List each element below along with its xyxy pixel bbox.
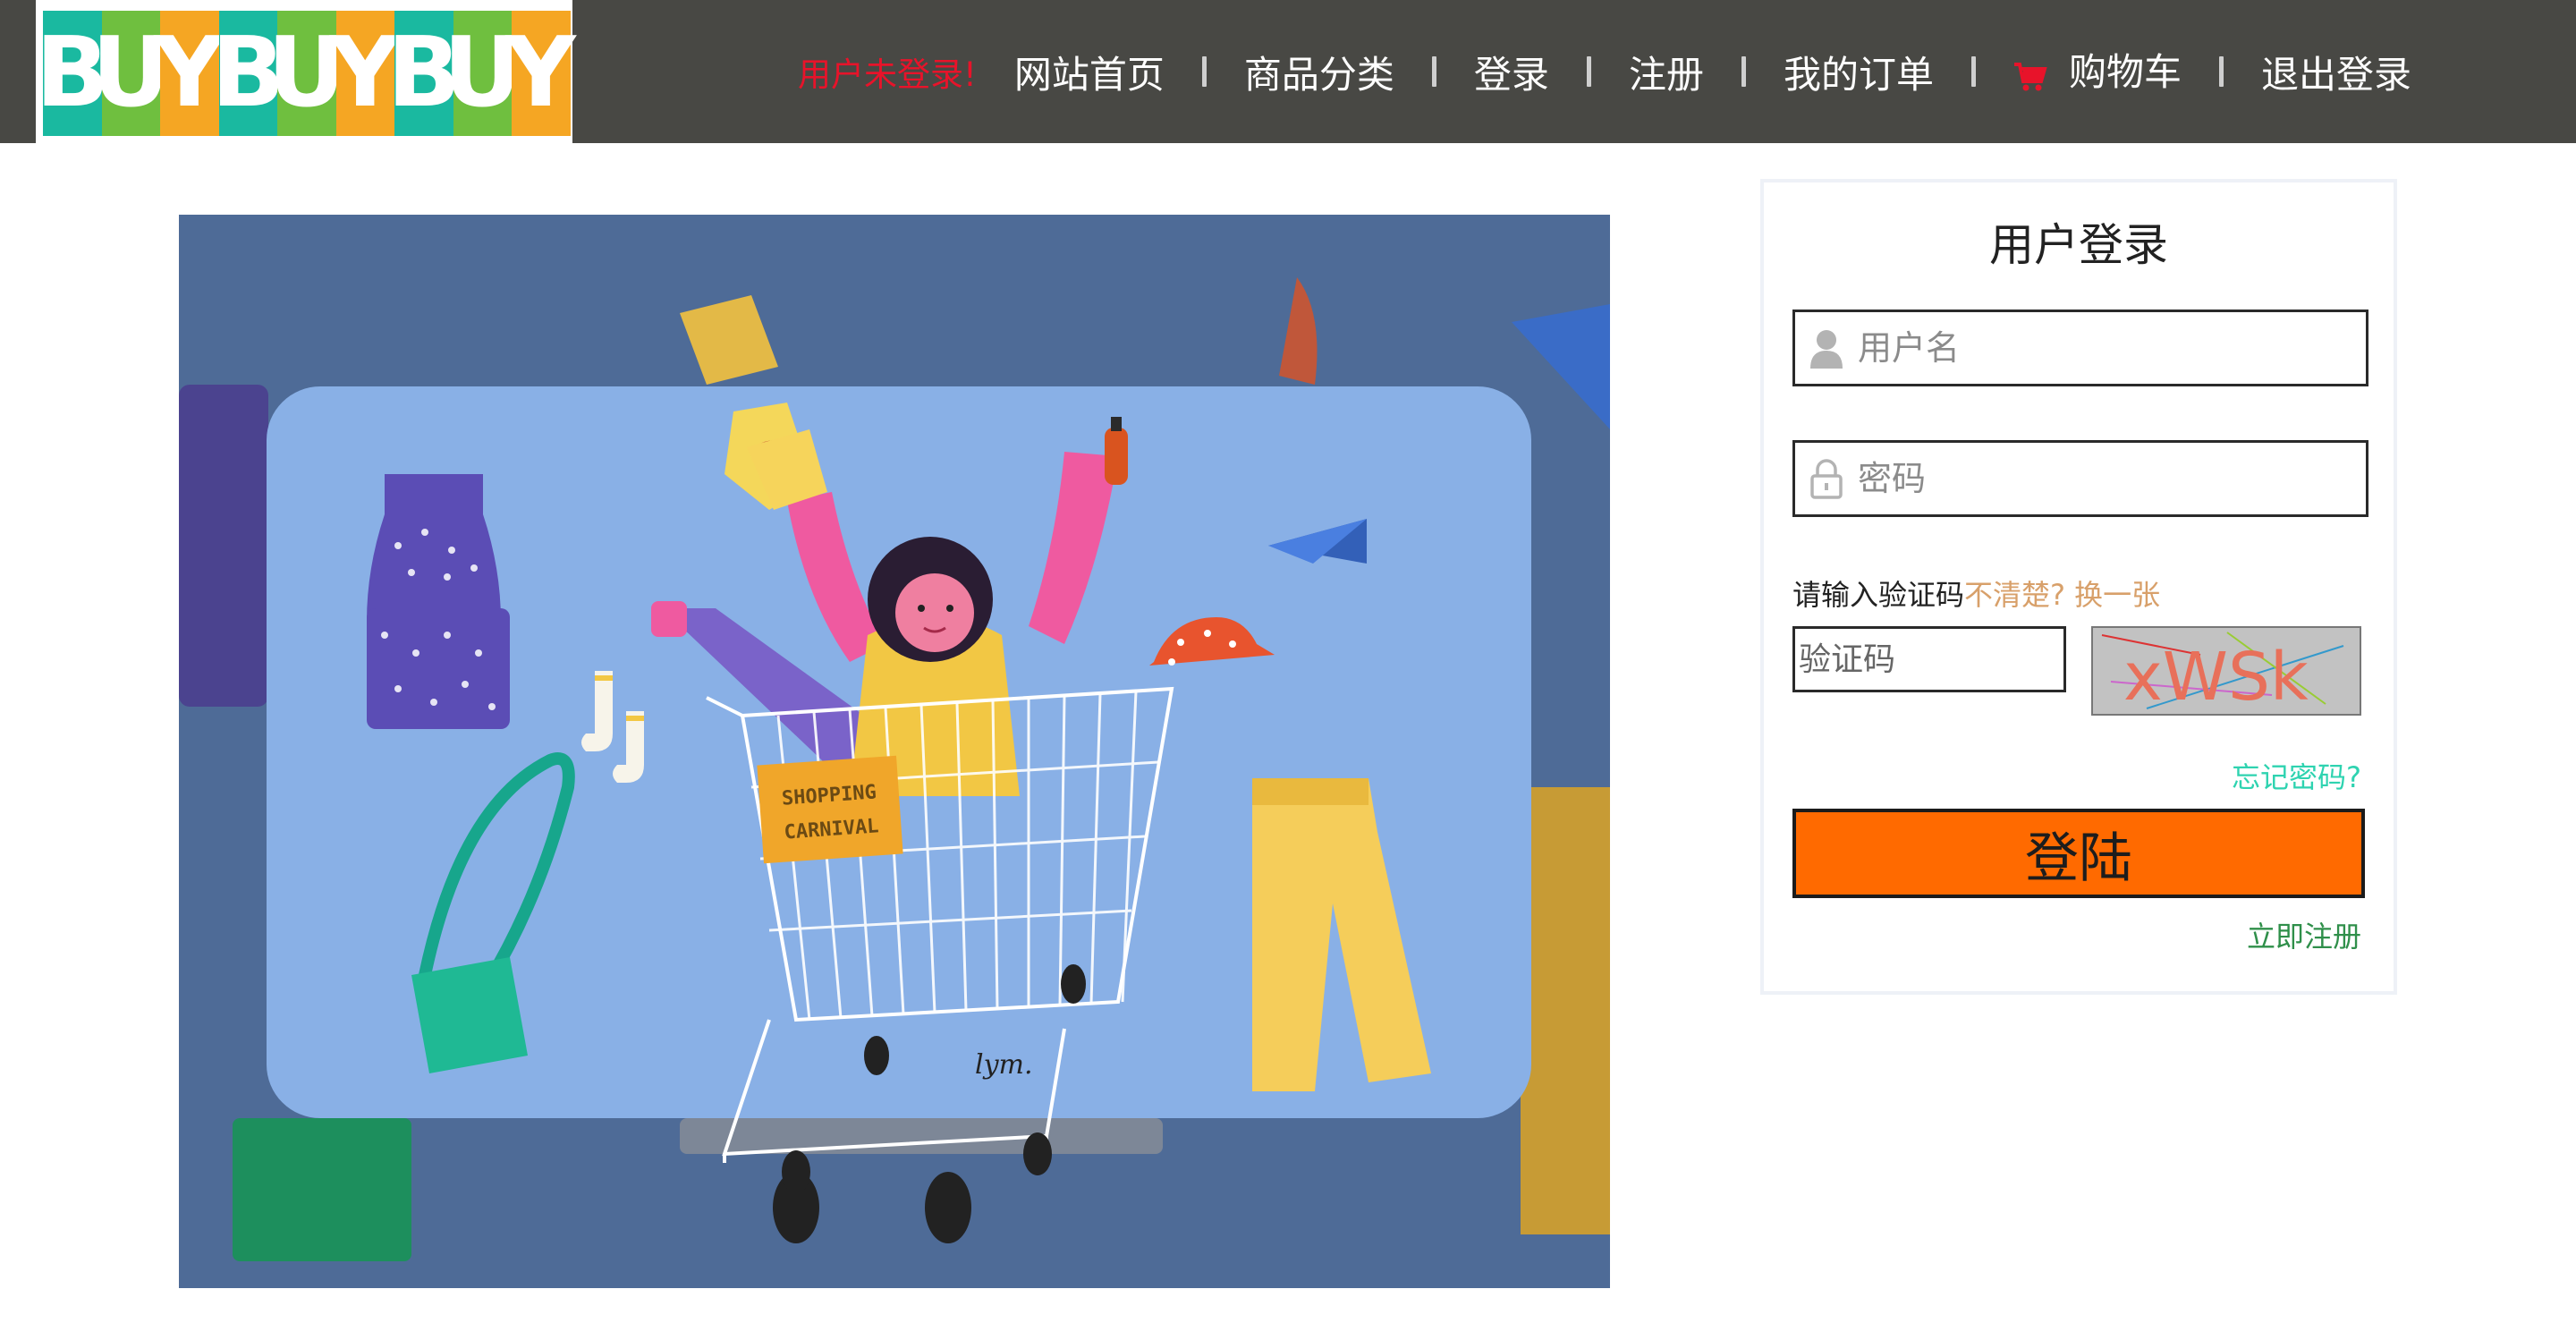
nav-divider bbox=[2218, 56, 2224, 87]
login-panel: 用户登录 请输入验证码不清楚? 换一张 bbox=[1760, 179, 2397, 995]
password-input[interactable] bbox=[1858, 459, 2359, 498]
nav-divider bbox=[1201, 56, 1207, 87]
nav-divider bbox=[1431, 56, 1436, 87]
forgot-password-link[interactable]: 忘记密码? bbox=[2232, 755, 2361, 796]
captcha-field[interactable] bbox=[1792, 626, 2066, 692]
artist-signature: lym. bbox=[975, 1049, 1033, 1081]
nav-cart[interactable]: 购物车 bbox=[2013, 42, 2182, 101]
logo-letter: U bbox=[267, 11, 346, 136]
captcha-tip-label: 请输入验证码 bbox=[1792, 578, 1965, 612]
nav-divider bbox=[1970, 56, 1976, 87]
lock-icon bbox=[1795, 458, 1858, 499]
logo-letter: U bbox=[91, 11, 170, 136]
shopping-cart-icon bbox=[2013, 57, 2047, 101]
nav-login[interactable]: 登录 bbox=[1474, 45, 1549, 99]
nav-categories[interactable]: 商品分类 bbox=[1244, 45, 1394, 99]
username-input[interactable] bbox=[1858, 328, 2359, 368]
captcha-tip: 请输入验证码不清楚? 换一张 bbox=[1792, 572, 2160, 614]
login-submit-button[interactable]: 登陆 bbox=[1792, 809, 2365, 898]
logo-letter: Y bbox=[506, 11, 576, 136]
nav-register[interactable]: 注册 bbox=[1629, 45, 1704, 99]
buybuybuy-logo[interactable]: BUYBUYBUY bbox=[36, 0, 576, 143]
refresh-captcha-link[interactable]: 不清楚? 换一张 bbox=[1964, 578, 2160, 612]
login-title: 用户登录 bbox=[1989, 219, 2168, 271]
nav-my-orders[interactable]: 我的订单 bbox=[1784, 45, 1934, 99]
top-navigation-bar: BUYBUYBUY 用户未登录! 网站首页 商品分类 登录 注册 我的订单 购物… bbox=[0, 0, 2576, 143]
shopping-carnival-banner: SHOPPING CARNIVAL lym. bbox=[179, 215, 1610, 1288]
user-icon bbox=[1795, 327, 1858, 369]
main-nav: 用户未登录! 网站首页 商品分类 登录 注册 我的订单 购物车 退出登录 bbox=[798, 0, 2411, 143]
banner-illustration: SHOPPING CARNIVAL lym. bbox=[179, 215, 1610, 1288]
password-field[interactable] bbox=[1792, 440, 2368, 517]
logo-letter: Y bbox=[155, 11, 225, 136]
username-field[interactable] bbox=[1792, 310, 2368, 386]
logo-letter: Y bbox=[330, 11, 400, 136]
captcha-image[interactable]: xWSk bbox=[2091, 626, 2361, 716]
nav-logout[interactable]: 退出登录 bbox=[2261, 45, 2411, 99]
login-status-notice: 用户未登录! bbox=[798, 55, 977, 94]
nav-divider bbox=[1741, 56, 1746, 87]
logo-lettering: BUYBUYBUY bbox=[36, 11, 576, 136]
nav-home[interactable]: 网站首页 bbox=[1014, 45, 1165, 99]
nav-cart-label: 购物车 bbox=[2068, 50, 2182, 94]
captcha-text: xWSk bbox=[2123, 639, 2309, 714]
register-now-link[interactable]: 立即注册 bbox=[2247, 914, 2361, 955]
nav-divider bbox=[1586, 56, 1591, 87]
captcha-input[interactable] bbox=[1795, 629, 2063, 690]
logo-letter: U bbox=[443, 11, 521, 136]
